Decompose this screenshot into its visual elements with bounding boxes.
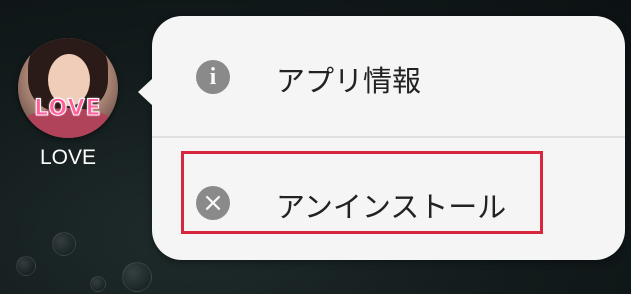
menu-item-app-info-label: アプリ情報 <box>276 64 422 98</box>
wallpaper-bubble <box>90 276 106 292</box>
love-app-icon[interactable]: LOVE <box>18 38 118 138</box>
wallpaper-bubble <box>52 232 76 256</box>
info-icon: i <box>196 60 230 94</box>
app-label: LOVE <box>39 146 97 169</box>
menu-item-app-info[interactable]: i アプリ情報 <box>152 16 625 136</box>
wallpaper-bubble <box>122 262 152 292</box>
app-logo-text: LOVE <box>34 96 102 122</box>
menu-item-uninstall[interactable]: × アンインストール <box>152 138 625 258</box>
wallpaper-bubble <box>16 256 36 276</box>
highlight-box <box>181 151 543 234</box>
app-context-menu: i アプリ情報 × アンインストール <box>138 16 625 260</box>
